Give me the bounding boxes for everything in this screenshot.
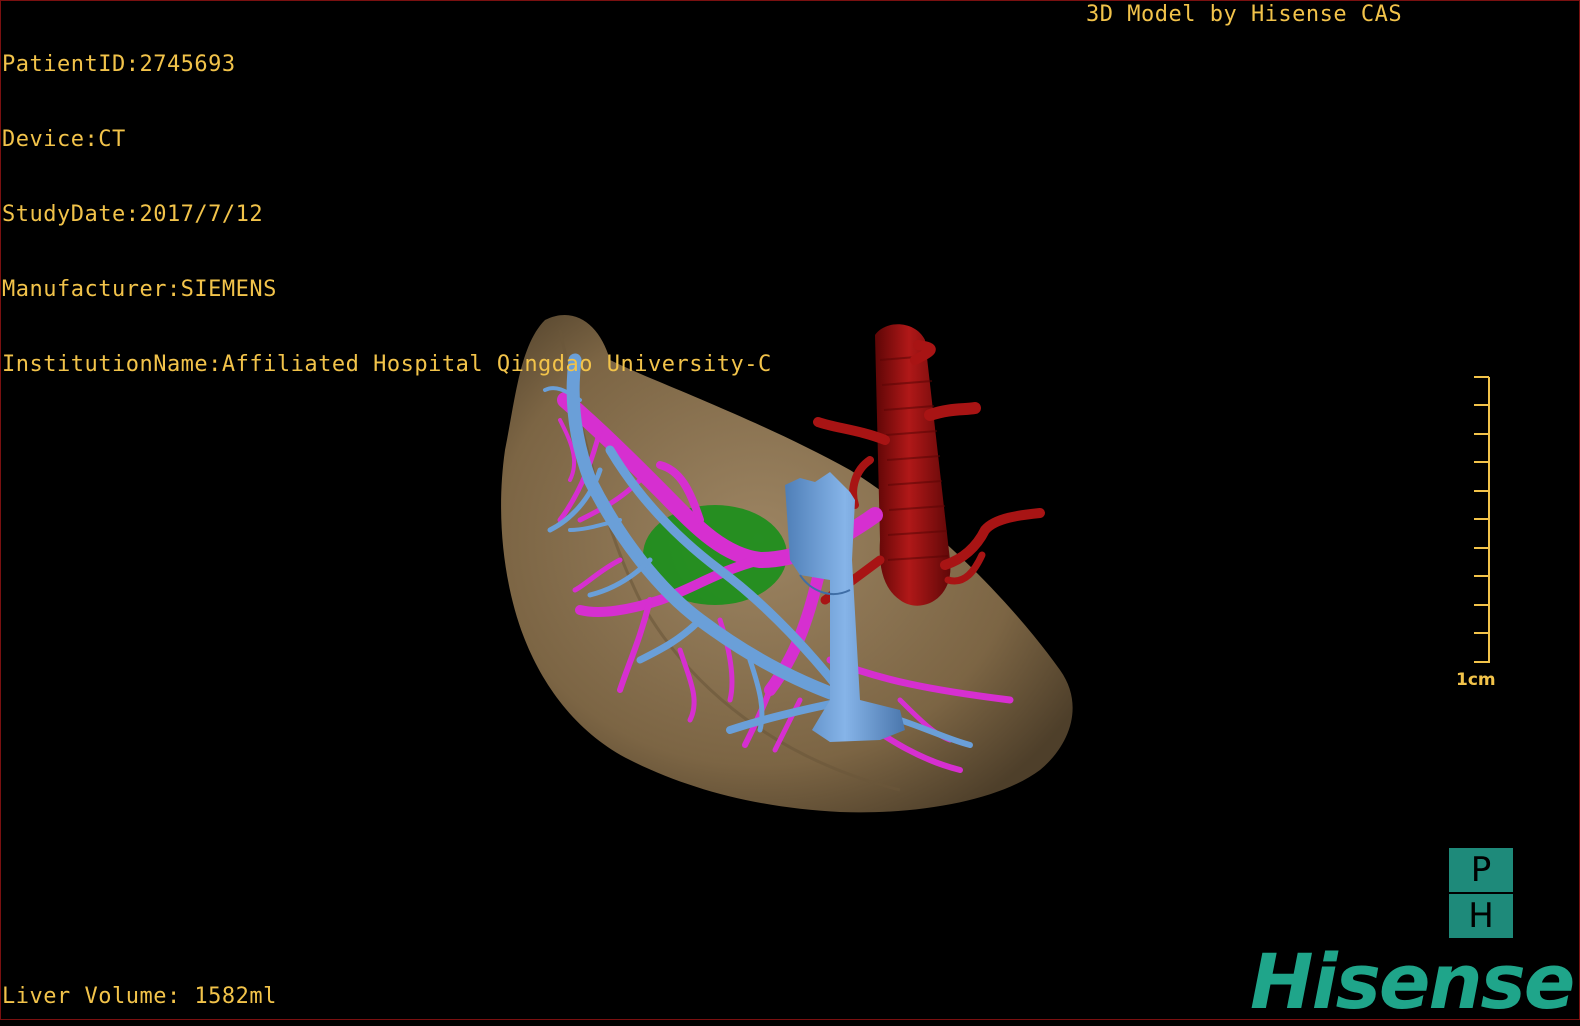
model-credit: 3D Model by Hisense CAS: [1086, 2, 1403, 27]
manufacturer: Manufacturer:SIEMENS: [2, 277, 277, 302]
scale-bar: [1474, 376, 1490, 663]
study-date: StudyDate:2017/7/12: [2, 202, 264, 227]
patient-id: PatientID:2745693: [2, 52, 236, 77]
dicom-info-panel: PatientID:2745693 Device:CT StudyDate:20…: [2, 2, 772, 402]
orientation-posterior[interactable]: P: [1449, 848, 1513, 892]
scale-bar-label: 1cm: [1456, 670, 1496, 690]
device: Device:CT: [2, 127, 126, 152]
liver-volume: Liver Volume: 1582ml: [2, 984, 277, 1009]
orientation-head[interactable]: H: [1449, 894, 1513, 938]
orientation-cube[interactable]: P H: [1449, 848, 1513, 938]
hisense-logo: Hisense: [1250, 937, 1575, 1026]
institution-name: InstitutionName:Affiliated Hospital Qing…: [2, 352, 772, 377]
